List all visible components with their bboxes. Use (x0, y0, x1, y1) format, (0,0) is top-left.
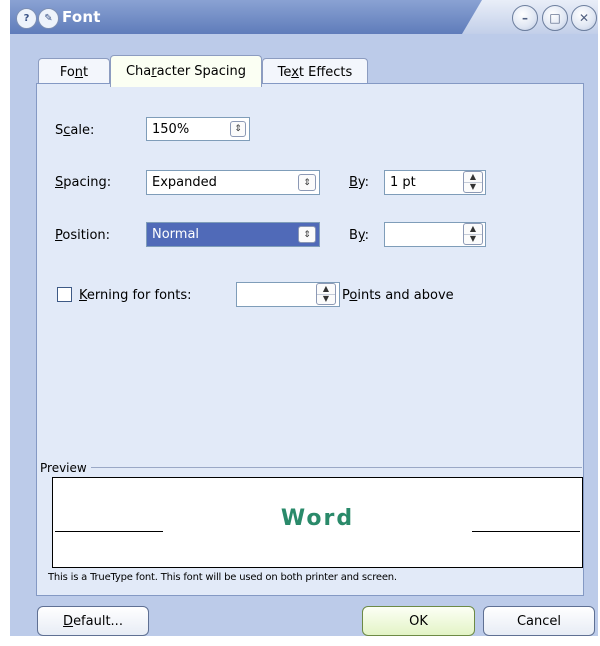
scale-dropdown-icon[interactable]: ⇕ (230, 121, 246, 137)
kerning-suffix-label: Points and above (342, 288, 454, 303)
tab-font[interactable]: Font (38, 58, 110, 85)
kerning-label: Kerning for fonts: (79, 288, 192, 303)
tab-character-spacing[interactable]: Character Spacing (110, 55, 262, 87)
position-combobox[interactable]: Normal (146, 222, 320, 247)
cancel-button[interactable]: Cancel (483, 606, 595, 636)
preview-sample-text: Word (280, 506, 355, 531)
tab-character-spacing-label: Character Spacing (125, 64, 247, 79)
minimize-button[interactable]: – (512, 5, 538, 31)
scale-value: 150% (152, 121, 190, 137)
spacing-by-value: 1 pt (390, 175, 416, 190)
cancel-button-label: Cancel (516, 613, 562, 629)
tab-text-effects-label: Text Effects (277, 64, 353, 80)
position-value: Normal (152, 227, 200, 242)
maximize-button[interactable]: □ (542, 5, 568, 31)
preview-baseline-right (472, 531, 580, 532)
default-button[interactable]: Default... (37, 606, 149, 636)
scale-label: Scale: (55, 123, 95, 138)
position-label: Position: (55, 228, 111, 243)
close-button[interactable]: ✕ (571, 5, 597, 31)
preview-group-label: Preview (40, 461, 91, 475)
preview-box: Word (52, 477, 583, 568)
spacing-by-spinner[interactable]: ▲ ▼ (463, 171, 483, 193)
ok-button[interactable]: OK (362, 606, 475, 636)
preview-baseline-left (55, 531, 163, 532)
spacing-dropdown-icon[interactable]: ⇕ (298, 174, 316, 191)
pin-icon[interactable]: ✎ (38, 8, 59, 29)
spacing-label: Spacing: (55, 175, 112, 190)
default-button-label: Default... (63, 613, 123, 629)
tab-font-label: Font (59, 64, 89, 80)
kerning-checkbox[interactable] (57, 287, 72, 302)
position-by-spinner[interactable]: ▲ ▼ (463, 223, 483, 245)
position-dropdown-icon[interactable]: ⇕ (298, 226, 316, 243)
preview-note: This is a TrueType font. This font will … (48, 572, 397, 583)
kerning-spinner[interactable]: ▲ ▼ (316, 283, 336, 305)
tab-text-effects[interactable]: Text Effects (262, 58, 368, 85)
preview-group-line (40, 467, 582, 468)
window-title: Font (62, 8, 101, 26)
position-by-label: By: (349, 228, 370, 243)
ok-button-label: OK (409, 613, 428, 629)
spacing-value: Expanded (152, 175, 217, 190)
help-icon[interactable]: ? (16, 8, 37, 29)
spacing-combobox[interactable]: Expanded (146, 170, 320, 195)
spacing-by-label: By: (349, 175, 370, 190)
